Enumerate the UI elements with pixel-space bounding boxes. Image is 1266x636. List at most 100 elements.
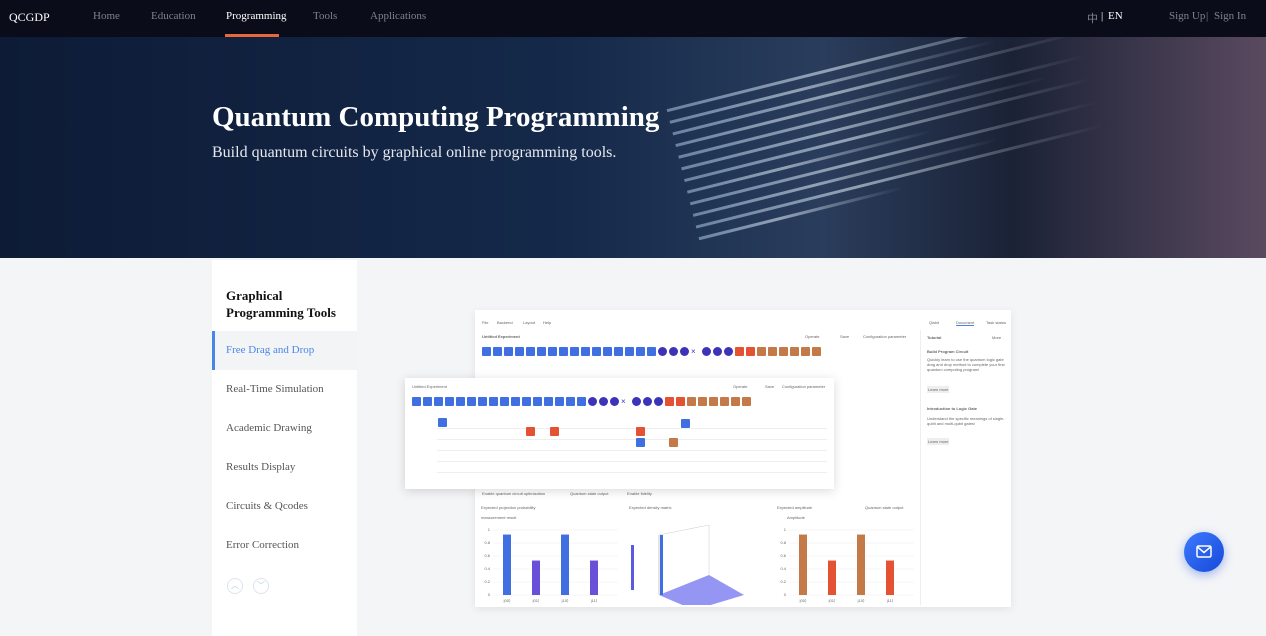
gate-icon [599, 397, 608, 406]
mail-icon [1196, 545, 1212, 558]
menu-layout: Layout [523, 320, 536, 325]
y-tick: 0.8 [484, 540, 490, 545]
gate-icon [548, 347, 557, 356]
gate-icon [588, 397, 597, 406]
gate-icon [669, 347, 678, 356]
sidebar-item-results-display[interactable]: Results Display [212, 448, 357, 487]
gate-icon [614, 347, 623, 356]
gate-icon [709, 397, 718, 406]
x-tick: |10⟩ [857, 598, 864, 603]
chevron-up-icon[interactable]: ︿ [227, 578, 243, 594]
nav-applications[interactable]: Applications [370, 10, 426, 22]
gate-icon [647, 347, 656, 356]
hero-banner: Quantum Computing Programming Build quan… [0, 37, 1266, 258]
x-tick: |00⟩ [799, 598, 806, 603]
y-tick: 0.6 [780, 553, 786, 558]
gate-icon [478, 397, 487, 406]
nav-education[interactable]: Education [151, 10, 196, 22]
sign-in-link[interactable]: Sign In [1214, 10, 1246, 22]
tutorial-2-desc: Understand the specific meanings of sing… [927, 416, 1005, 426]
gate-icon [603, 347, 612, 356]
gate-icon [801, 347, 810, 356]
x-tick: |11⟩ [591, 598, 598, 603]
sidebar-item-free-drag-drop[interactable]: Free Drag and Drop [212, 331, 357, 370]
tab-document: Document [956, 320, 975, 326]
top-nav: QCGDP Home Education Programming Tools A… [0, 0, 1266, 37]
menu-file: File [482, 320, 489, 325]
option-fidelity: Enable fidelity [627, 491, 652, 496]
gate-palette: × [482, 347, 821, 356]
gate-icon [515, 347, 524, 356]
separator: | [1206, 10, 1209, 22]
bar [886, 560, 894, 595]
lang-zh[interactable]: 中 [1087, 10, 1098, 26]
gate-icon [592, 347, 601, 356]
y-tick: 0.2 [484, 579, 490, 584]
contact-mail-button[interactable] [1184, 532, 1224, 572]
bar [532, 560, 540, 595]
y-tick: 0.6 [484, 553, 490, 558]
gate-icon [768, 347, 777, 356]
floating-editor-window: Untitled Experiment Operate Save Configu… [405, 378, 834, 489]
gate-icon [731, 397, 740, 406]
sidebar-item-academic-drawing[interactable]: Academic Drawing [212, 409, 357, 448]
nav-home[interactable]: Home [93, 10, 120, 22]
gate-icon [713, 347, 722, 356]
gate-icon [687, 397, 696, 406]
gate-icon [790, 347, 799, 356]
bar [503, 534, 511, 595]
gate-icon [610, 397, 619, 406]
gate-icon [412, 397, 421, 406]
more-link: More [992, 335, 1002, 340]
gate-icon [570, 347, 579, 356]
code-background [664, 37, 1115, 258]
gate-icon [544, 397, 553, 406]
tab-task-status: Task status [986, 320, 1007, 325]
gate-icon [581, 347, 590, 356]
sign-up-link[interactable]: Sign Up [1169, 10, 1205, 22]
y-tick: 0.8 [780, 540, 786, 545]
sidebar-item-error-correction[interactable]: Error Correction [212, 526, 357, 565]
y-tick: 0 [784, 592, 787, 597]
logo[interactable]: QCGDP [9, 10, 50, 25]
gate-icon [566, 397, 575, 406]
gate-icon [482, 347, 491, 356]
chevron-down-icon[interactable]: ﹀ [253, 578, 269, 594]
sidebar-item-real-time-simulation[interactable]: Real-Time Simulation [212, 370, 357, 409]
gate-icon [746, 347, 755, 356]
x-tick: |11⟩ [887, 598, 894, 603]
gate-icon [467, 397, 476, 406]
nav-tools[interactable]: Tools [313, 10, 337, 22]
tutorial-1-desc: Quickly learn to use the quantum logic g… [927, 357, 1005, 372]
gate-icon [577, 397, 586, 406]
bar [857, 534, 865, 595]
bar [590, 560, 598, 595]
separator: | [1101, 10, 1104, 22]
menu-help: Help [543, 320, 552, 325]
y-tick: 1 [488, 527, 491, 532]
projection-chart: Expected projection probability measurem… [481, 505, 626, 605]
hero-subtitle: Build quantum circuits by graphical onli… [212, 144, 617, 161]
menu-backend: Backend [497, 320, 513, 325]
gate-palette: × [412, 397, 751, 406]
gate-icon [625, 347, 634, 356]
learn-more-button: Learn more [927, 438, 950, 445]
tutorial-1-title: Build Program Circuit [927, 349, 969, 354]
operate-button: Operate [805, 334, 820, 339]
sidebar-item-circuits-qcodes[interactable]: Circuits & Qcodes [212, 487, 357, 526]
gate-icon [643, 397, 652, 406]
y-tick: 0 [488, 592, 491, 597]
gate-icon [676, 397, 685, 406]
experiment-title: Untitled Experiment [482, 334, 520, 339]
tutorial-heading: Tutorial [927, 335, 942, 340]
gate-icon [423, 397, 432, 406]
gate-icon [555, 397, 564, 406]
lang-en[interactable]: EN [1108, 10, 1123, 22]
gate-icon [511, 397, 520, 406]
x-tick: |00⟩ [503, 598, 510, 603]
gate-icon [489, 397, 498, 406]
gate-icon [537, 347, 546, 356]
nav-programming[interactable]: Programming [226, 10, 287, 22]
bar [828, 560, 836, 595]
gate-icon [654, 397, 663, 406]
